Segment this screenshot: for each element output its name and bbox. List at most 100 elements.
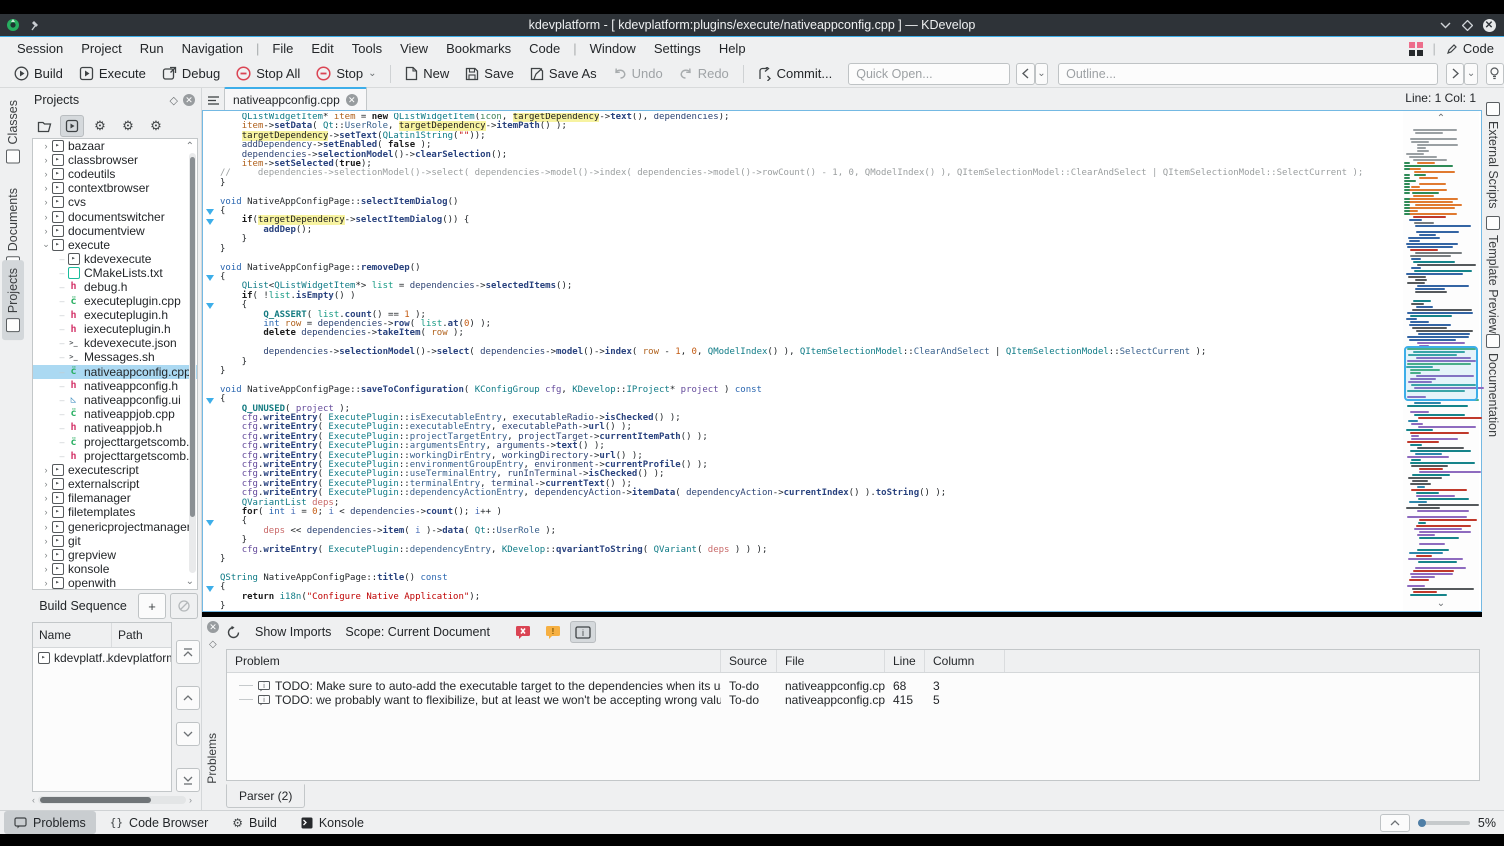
document-list-icon[interactable] <box>202 90 224 110</box>
expand-icon[interactable]: › <box>41 141 51 151</box>
minimize-button[interactable] <box>1434 16 1456 34</box>
tree-item-genericprojectmanager[interactable]: › ▸ genericprojectmanager <box>33 520 197 534</box>
column-header-line[interactable]: Line <box>885 650 925 672</box>
debug-button[interactable]: Debug <box>154 63 228 84</box>
fold-margin[interactable] <box>203 111 219 611</box>
build-selection-icon[interactable] <box>60 115 84 137</box>
close-button[interactable]: ✕ <box>1478 16 1500 34</box>
minimap[interactable]: ⌃ ⌄ <box>1403 111 1484 611</box>
expand-icon[interactable]: › <box>41 507 51 517</box>
menu-view[interactable]: View <box>391 39 437 58</box>
forward-dropdown-button[interactable]: ⌄ <box>1464 62 1478 85</box>
code-editor[interactable]: QListWidgetItem* item = new QListWidgetI… <box>202 110 1484 612</box>
tree-item-projecttargetscomb-[interactable]: – h projecttargetscomb... <box>33 449 197 463</box>
minimap-scroll-up-icon[interactable]: ⌃ <box>1437 113 1445 124</box>
stop-all-button[interactable]: Stop All <box>228 63 308 84</box>
tree-item-nativeappconfig-ui[interactable]: – ◺ nativeappconfig.ui <box>33 393 197 407</box>
expand-icon[interactable]: › <box>41 155 51 165</box>
tree-item-executeplugin-h[interactable]: – h executeplugin.h <box>33 308 197 322</box>
add-to-build-sequence-button[interactable]: + <box>138 593 166 619</box>
tree-item-projecttargetscomb-[interactable]: – c̈ projecttargetscomb... <box>33 435 197 449</box>
expand-icon[interactable]: – <box>57 409 67 419</box>
move-down-button[interactable] <box>176 722 200 746</box>
tree-item-nativeappconfig-h[interactable]: – h nativeappconfig.h <box>33 379 197 393</box>
move-to-top-button[interactable] <box>176 640 200 664</box>
filter-hints-icon[interactable]: i <box>569 621 596 643</box>
tree-item-documentview[interactable]: › ▸ documentview <box>33 224 197 238</box>
statusbar-build-button[interactable]: ⚙ Build <box>222 811 287 834</box>
area-switcher-icon[interactable] <box>1408 41 1423 56</box>
expand-icon[interactable]: – <box>57 254 67 264</box>
tree-item-contextbrowser[interactable]: › ▸ contextbrowser <box>33 181 197 195</box>
refresh-icon[interactable] <box>226 625 241 640</box>
tree-item-execute[interactable]: ⌄ ▸ execute <box>33 238 197 252</box>
expand-icon[interactable]: › <box>41 169 51 179</box>
fold-marker[interactable] <box>206 275 214 282</box>
expand-icon[interactable]: › <box>41 564 51 574</box>
fold-marker[interactable] <box>206 303 214 310</box>
tree-item-bazaar[interactable]: › ▸ bazaar <box>33 139 197 153</box>
tree-item-executeplugin-cpp[interactable]: – c̈ executeplugin.cpp <box>33 294 197 308</box>
tree-item-documentswitcher[interactable]: › ▸ documentswitcher <box>33 209 197 224</box>
menu-settings[interactable]: Settings <box>645 39 710 58</box>
menu-code[interactable]: Code <box>520 39 569 58</box>
column-header-source[interactable]: Source <box>721 650 777 672</box>
expand-icon[interactable]: › <box>41 479 51 489</box>
column-header-name[interactable]: Name <box>33 628 111 642</box>
menu-file[interactable]: File <box>263 39 302 58</box>
titlebar[interactable]: kdevplatform - [ kdevplatform:plugins/ex… <box>0 14 1504 37</box>
save-as-button[interactable]: Save As <box>522 63 605 84</box>
build-button[interactable]: Build <box>6 63 71 84</box>
back-button[interactable] <box>1016 62 1035 85</box>
expand-statusbar-button[interactable] <box>1379 813 1410 832</box>
build-sequence-row[interactable]: ▸ kdevplatf... kdevplatform <box>33 648 171 668</box>
build-sequence-table[interactable]: Name Path ▸ kdevplatf... kdevplatform <box>32 622 172 792</box>
tree-item-nativeappjob-h[interactable]: – h nativeappjob.h <box>33 421 197 435</box>
expand-icon[interactable]: › <box>41 226 51 236</box>
tab-parser[interactable]: Parser (2) <box>226 784 306 808</box>
filter-errors-icon[interactable] <box>510 621 536 643</box>
expand-icon[interactable]: › <box>41 536 51 546</box>
tree-item-messages-sh[interactable]: – >_ Messages.sh <box>33 350 197 364</box>
outline-input[interactable]: Outline... <box>1058 62 1439 85</box>
tab-external-scripts[interactable]: External Scripts <box>1483 94 1503 217</box>
expand-icon[interactable]: › <box>41 493 51 503</box>
close-problems-icon[interactable]: ✕ <box>207 621 219 633</box>
tree-item-filemanager[interactable]: › ▸ filemanager <box>33 491 197 505</box>
close-panel-icon[interactable]: ✕ <box>183 94 195 106</box>
scroll-up-icon[interactable]: ⌃ <box>186 141 194 152</box>
menu-project[interactable]: Project <box>72 39 130 58</box>
expand-icon[interactable]: – <box>57 324 67 334</box>
save-button[interactable]: Save <box>457 63 522 84</box>
tree-item-executescript[interactable]: › ▸ executescript <box>33 463 197 477</box>
tree-item-codeutils[interactable]: › ▸ codeutils <box>33 167 197 181</box>
tree-item-classbrowser[interactable]: › ▸ classbrowser <box>33 153 197 167</box>
tree-scrollbar[interactable] <box>189 153 196 573</box>
column-header-file[interactable]: File <box>777 650 885 672</box>
expand-icon[interactable]: › <box>41 550 51 560</box>
statusbar-konsole-button[interactable]: Konsole <box>291 811 374 834</box>
expand-icon[interactable]: – <box>57 437 67 447</box>
menu-session[interactable]: Session <box>8 39 72 58</box>
reload-project-icon[interactable]: ⚙ <box>116 115 140 137</box>
area-code-button[interactable]: Code <box>1446 41 1494 56</box>
editor-tab-nativeappconfig[interactable]: nativeappconfig.cpp ✕ <box>224 87 367 110</box>
expand-icon[interactable]: › <box>41 522 51 532</box>
tab-template-preview[interactable]: Template Preview <box>1483 208 1503 342</box>
expand-icon[interactable]: – <box>57 381 67 391</box>
fold-marker[interactable] <box>206 586 214 592</box>
tree-item-iexecuteplugin-h[interactable]: – h iexecuteplugin.h <box>33 322 197 336</box>
detach-icon[interactable]: ◇ <box>209 639 217 650</box>
tab-classes[interactable]: Classes <box>2 92 24 171</box>
redo-button[interactable]: Redo <box>671 63 737 84</box>
menu-run[interactable]: Run <box>131 39 173 58</box>
collapse-icon[interactable]: ⌄ <box>41 239 51 250</box>
tab-documentation[interactable]: Documentation <box>1483 326 1503 445</box>
tree-item-debug-h[interactable]: – h debug.h <box>33 280 197 294</box>
tree-item-externalscript[interactable]: › ▸ externalscript <box>33 477 197 491</box>
move-up-button[interactable] <box>176 686 200 710</box>
scroll-left-icon[interactable]: ‹ <box>32 795 35 805</box>
code-area[interactable]: QListWidgetItem* item = new QListWidgetI… <box>220 113 1401 611</box>
horizontal-scrollbar[interactable]: ‹ › <box>32 794 192 806</box>
quick-open-input[interactable]: Quick Open... <box>848 62 1011 85</box>
